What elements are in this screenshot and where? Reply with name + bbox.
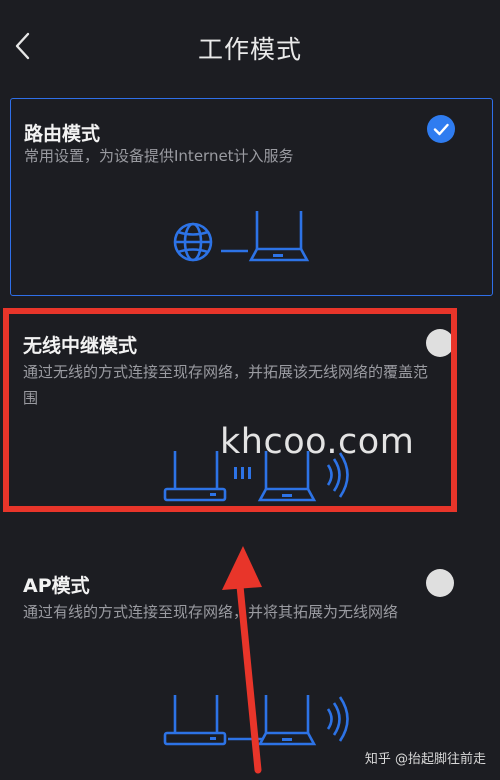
ap-wired-illustration <box>163 695 349 746</box>
page-title: 工作模式 <box>197 35 302 64</box>
mode-description: 通过有线的方式连接至现存网络，并将其拓展为无线网络 <box>23 603 399 621</box>
router-internet-illustration <box>173 211 310 262</box>
annotation-highlight-box <box>3 308 457 512</box>
source-credit: 知乎 @抬起脚往前走 <box>364 752 486 767</box>
mode-card-router[interactable]: 路由模式 常用设置，为设备提供Internet计入服务 <box>10 98 493 296</box>
mode-title: AP模式 <box>23 575 90 597</box>
mode-card-ap[interactable]: AP模式 通过有线的方式连接至现存网络，并将其拓展为无线网络 <box>10 559 491 780</box>
mode-description: 常用设置，为设备提供Internet计入服务 <box>24 147 294 165</box>
header-bar: 工作模式 <box>0 0 500 95</box>
radio-selected[interactable] <box>427 115 455 143</box>
radio-unselected[interactable] <box>426 569 454 597</box>
watermark-text: khcoo.com <box>220 422 415 462</box>
checkmark-icon <box>433 123 449 136</box>
mode-title: 路由模式 <box>24 123 101 145</box>
